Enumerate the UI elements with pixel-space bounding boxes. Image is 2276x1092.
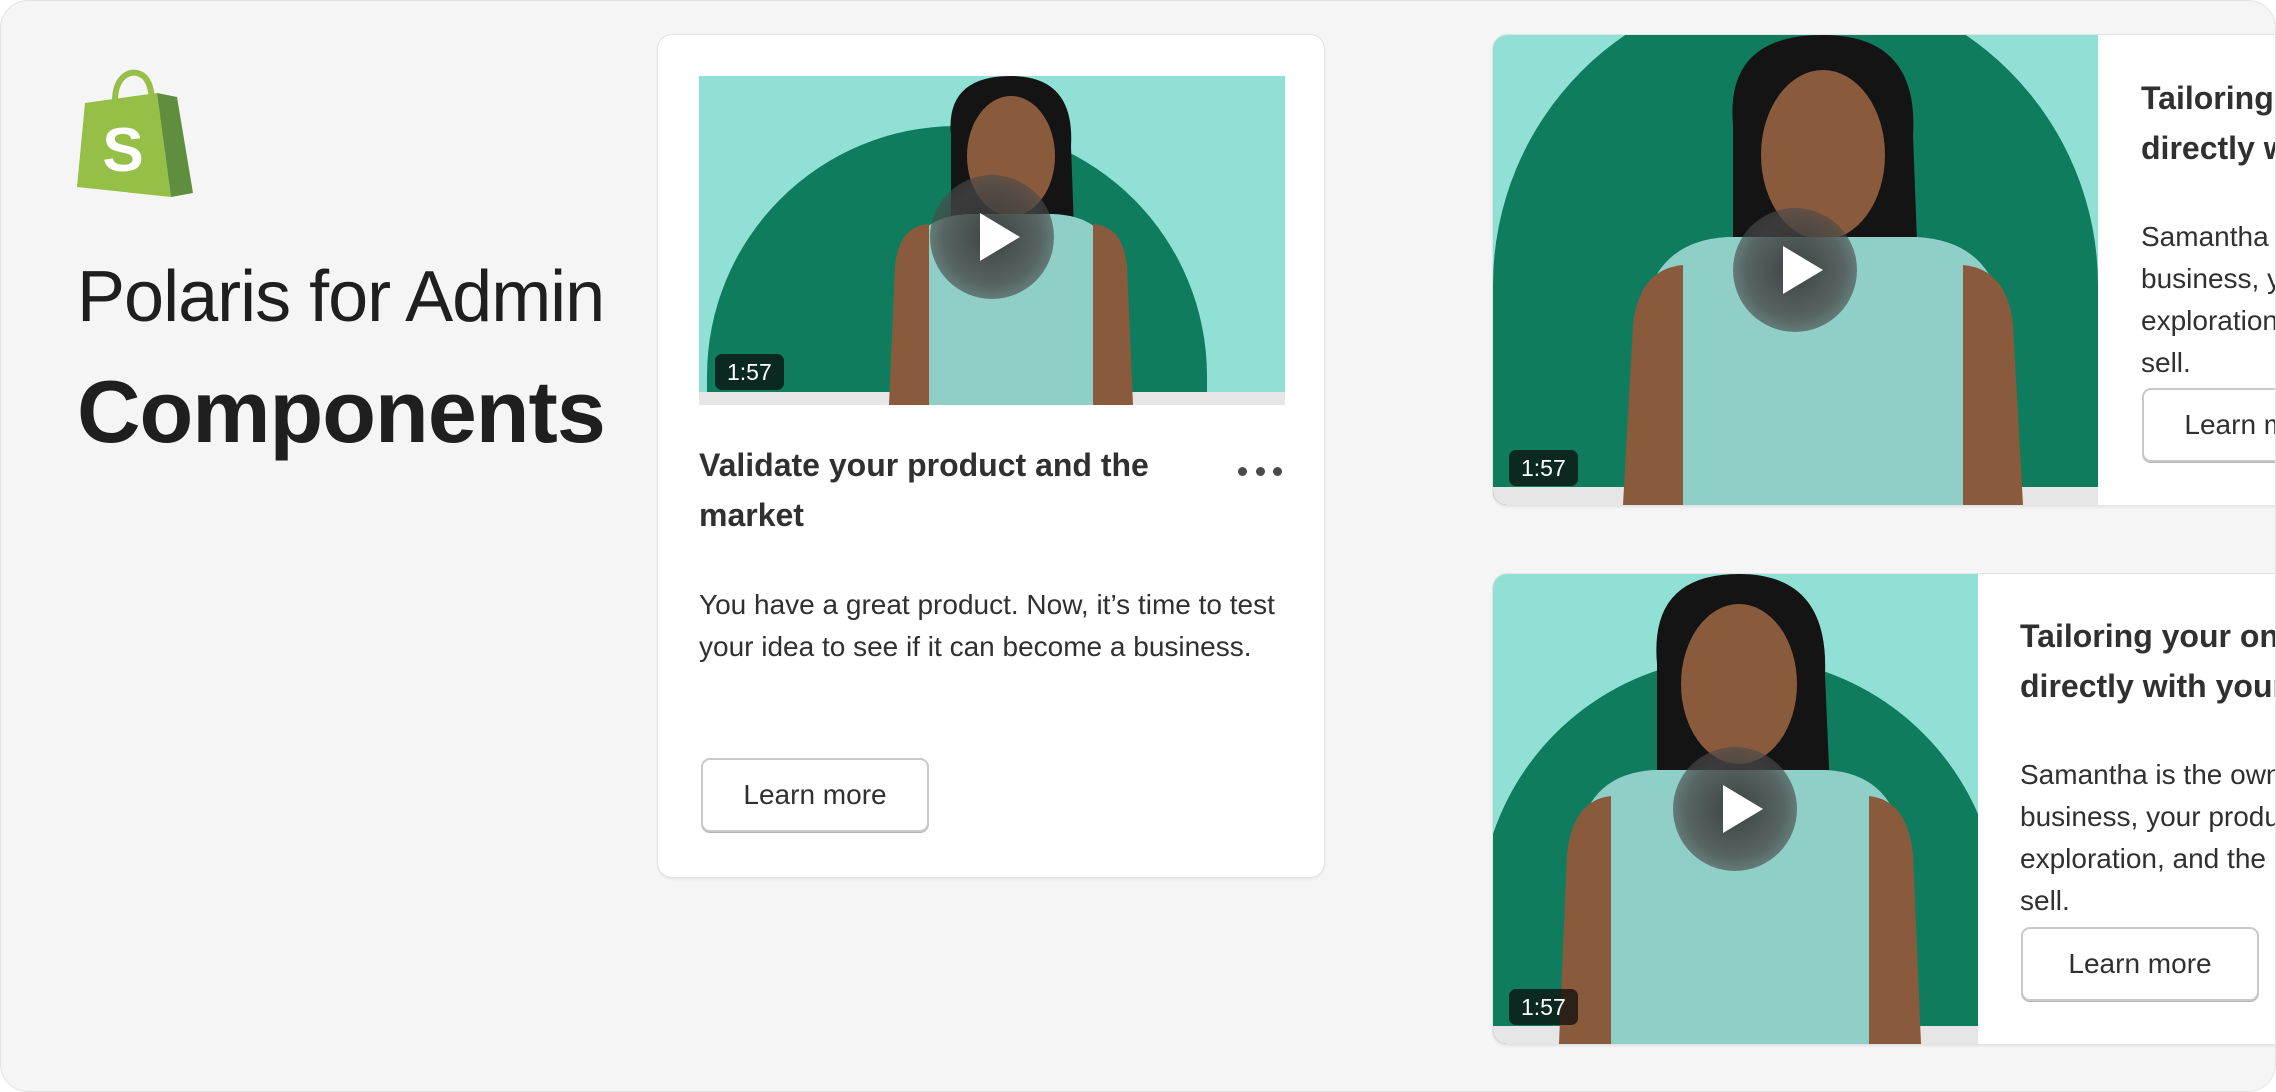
- play-button[interactable]: [930, 175, 1054, 299]
- duration-badge: 1:57: [715, 354, 784, 390]
- page-title: Components: [77, 362, 606, 461]
- video-card-validate: 1:57 Validate your product and the marke…: [658, 35, 1324, 877]
- card-description: Samantha is the owner of a business, you…: [2020, 759, 2275, 916]
- card-description: You have a great product. Now, it’s time…: [699, 589, 1275, 662]
- learn-more-button[interactable]: Learn more: [701, 758, 929, 832]
- card-description: Samantha is the owner of a business, you…: [2141, 221, 2276, 378]
- video-thumbnail[interactable]: 1:57: [1493, 574, 1978, 1044]
- more-horizontal-icon[interactable]: [1238, 460, 1282, 482]
- learn-more-button[interactable]: Learn more: [2142, 388, 2275, 462]
- canvas: S Polaris for Admin Components 1:57 Vali…: [0, 0, 2276, 1092]
- learn-more-button[interactable]: Learn more: [2021, 927, 2259, 1001]
- video-thumbnail[interactable]: 1:57: [1493, 35, 2098, 505]
- card-title: Tailoring your online store directly wit…: [2020, 618, 2275, 704]
- video-card-tailoring: 1:57 Tailoring your online store directl…: [1493, 574, 2275, 1044]
- video-thumbnail[interactable]: 1:57: [699, 76, 1285, 405]
- card-title: Validate your product and the market: [699, 447, 1149, 533]
- duration-badge: 1:57: [1509, 450, 1578, 486]
- page-subtitle: Polaris for Admin: [77, 257, 605, 337]
- svg-text:S: S: [102, 116, 143, 185]
- duration-badge: 1:57: [1509, 989, 1578, 1025]
- play-button[interactable]: [1673, 747, 1797, 871]
- card-title: Tailoring your online store directly wit…: [2141, 80, 2275, 166]
- video-card-tailoring-wide: 1:57 Tailoring your online store directl…: [1493, 35, 2276, 505]
- play-button[interactable]: [1733, 208, 1857, 332]
- shopify-bag-icon: S: [77, 69, 193, 201]
